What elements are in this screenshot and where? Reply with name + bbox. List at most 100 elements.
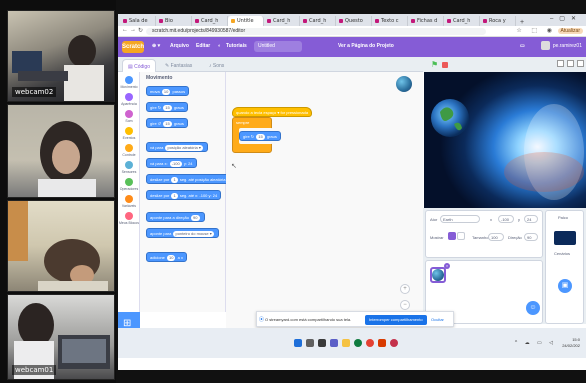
- browser-tab[interactable]: Sala de: [120, 16, 156, 26]
- category-sensing[interactable]: Sensores: [118, 161, 140, 174]
- menu-edit[interactable]: Editar: [196, 43, 210, 49]
- user-menu[interactable]: pe.ramirez01: [540, 41, 582, 50]
- category-my-blocks[interactable]: Meus Blocos: [118, 212, 140, 225]
- direction-input[interactable]: 90: [524, 233, 538, 241]
- forward-icon[interactable]: →: [130, 27, 136, 33]
- block-move-steps[interactable]: mova 10 passos: [146, 86, 190, 96]
- browser-tab[interactable]: Fichas d: [408, 16, 444, 26]
- browser-tab[interactable]: Questo: [336, 16, 372, 26]
- category-variables[interactable]: Variáveis: [118, 195, 140, 208]
- chat-icon[interactable]: [330, 339, 338, 347]
- x-input[interactable]: -100: [498, 215, 514, 223]
- block-input[interactable]: 10: [161, 89, 171, 95]
- browser-tab[interactable]: Card_h: [300, 16, 336, 26]
- block-glide-xy[interactable]: deslize por 1 seg. até x: -100 y: 24: [146, 190, 222, 200]
- hide-eye-icon[interactable]: [457, 232, 465, 240]
- language-globe-icon[interactable]: ⊕ ▾: [152, 43, 160, 49]
- script-turn-block[interactable]: gire ↻ 15 graus: [239, 131, 281, 141]
- block-input[interactable]: 90: [191, 215, 200, 221]
- category-sound[interactable]: Som: [118, 110, 140, 123]
- block-go-to-xy[interactable]: vá para x: -100 y: 24: [146, 158, 197, 168]
- show-eye-icon[interactable]: [448, 232, 456, 240]
- block-go-to[interactable]: vá para posição aleatória ▾: [146, 142, 208, 152]
- scratch-logo[interactable]: Scratch: [122, 41, 144, 53]
- reload-icon[interactable]: ↻: [138, 27, 143, 34]
- task-view-icon[interactable]: [318, 339, 326, 347]
- block-point-towards[interactable]: aponte para ponteiro do mouse ▾: [146, 228, 219, 238]
- block-input[interactable]: ponteiro do mouse ▾: [173, 231, 214, 237]
- stage-selector[interactable]: Palco Cenários ▣: [545, 210, 584, 324]
- block-point-direction[interactable]: aponte para a direção 90: [146, 212, 205, 222]
- menu-tutorials[interactable]: Tutoriais: [226, 43, 247, 49]
- sprite-thumbnail[interactable]: [430, 267, 446, 283]
- block-input[interactable]: 1: [171, 193, 178, 199]
- webcam-strip: webcam02 webcam01: [0, 0, 116, 383]
- tutorials-icon[interactable]: ◐: [218, 43, 221, 49]
- delete-sprite-icon[interactable]: ×: [444, 263, 450, 269]
- system-tray-icon[interactable]: ^ ☁ ▭ ◁: [515, 340, 556, 346]
- category-control[interactable]: Controle: [118, 144, 140, 157]
- hide-notification-button[interactable]: Ocultar: [431, 317, 444, 322]
- project-title-input[interactable]: Untitled: [254, 41, 302, 52]
- clock[interactable]: 15:0 24/02/202: [562, 337, 580, 349]
- category-events[interactable]: Eventos: [118, 127, 140, 140]
- fullscreen-icon[interactable]: [577, 60, 584, 67]
- search-icon[interactable]: [306, 339, 314, 347]
- browser-tab[interactable]: Card_h: [264, 16, 300, 26]
- address-bar: ← → ↻ scratch.mit.edu/projects/849930587…: [118, 26, 586, 37]
- script-hat-block[interactable]: quando a tecla espaço ▾ for pressionada: [232, 107, 313, 117]
- app-icon[interactable]: [390, 339, 398, 347]
- y-input[interactable]: 24: [524, 215, 538, 223]
- see-project-page-button[interactable]: Ver a Página do Projeto: [338, 43, 394, 49]
- tab-costumes[interactable]: ✎ Fantasias: [160, 59, 197, 72]
- browser-tab[interactable]: Texto c: [372, 16, 408, 26]
- browser-tab[interactable]: Bio: [156, 16, 192, 26]
- block-input[interactable]: posição aleatória ▾: [165, 145, 203, 151]
- block-input[interactable]: -100: [169, 161, 182, 167]
- stage-canvas[interactable]: [424, 72, 586, 208]
- block-input[interactable]: 15: [163, 105, 172, 111]
- chrome-icon[interactable]: [366, 339, 374, 347]
- block-input[interactable]: 15: [163, 121, 172, 127]
- category-motion[interactable]: Movimento: [118, 76, 140, 89]
- block-turn-right[interactable]: gire ↻ 15 graus: [146, 102, 188, 112]
- block-input[interactable]: 10: [167, 255, 176, 261]
- extensions-icon[interactable]: ☆ ⬚ ◉: [516, 27, 556, 34]
- browser-tab[interactable]: Roca y: [480, 16, 516, 26]
- size-input[interactable]: 100: [488, 233, 504, 241]
- browser-tab[interactable]: Card_h: [444, 16, 480, 26]
- sprite-name-input[interactable]: Earth: [440, 215, 480, 223]
- stop-icon[interactable]: [442, 62, 448, 68]
- webcam-video: [8, 201, 108, 291]
- block-turn-left[interactable]: gire ↺ 15 graus: [146, 118, 188, 128]
- stop-sharing-button[interactable]: Interromper compartilhamento: [365, 315, 427, 325]
- tab-sounds[interactable]: ♪ Sons: [204, 59, 229, 72]
- block-input[interactable]: 1: [171, 177, 178, 183]
- large-stage-icon[interactable]: [567, 60, 574, 67]
- category-looks[interactable]: Aparência: [118, 93, 140, 106]
- tab-code[interactable]: ▤ Código: [122, 59, 156, 72]
- update-button[interactable]: Atualizar: [557, 28, 583, 34]
- office-icon[interactable]: [378, 339, 386, 347]
- zoom-out-icon[interactable]: −: [400, 300, 410, 310]
- block-glide-random[interactable]: deslize por 1 seg. até posição aleatória: [146, 174, 230, 184]
- edge-icon[interactable]: [354, 339, 362, 347]
- choose-sprite-button[interactable]: ☺: [526, 301, 540, 315]
- new-tab-icon[interactable]: +: [516, 19, 528, 26]
- url-field[interactable]: scratch.mit.edu/projects/849930587/edito…: [146, 28, 486, 35]
- script-workspace[interactable]: quando a tecla espaço ▾ for pressionada …: [226, 72, 423, 338]
- window-controls-icon[interactable]: –▢✕: [550, 15, 582, 22]
- browser-tab[interactable]: Card_h: [192, 16, 228, 26]
- category-operators[interactable]: Operadores: [118, 178, 140, 191]
- back-icon[interactable]: ←: [122, 27, 128, 33]
- file-explorer-icon[interactable]: [342, 339, 350, 347]
- zoom-in-icon[interactable]: +: [400, 284, 410, 294]
- start-icon[interactable]: [294, 339, 302, 347]
- choose-backdrop-button[interactable]: ▣: [558, 279, 572, 293]
- browser-tab-active[interactable]: Untitle: [228, 16, 264, 26]
- block-change-x[interactable]: adicione 10 a x: [146, 252, 187, 262]
- block-input[interactable]: 15: [256, 134, 265, 140]
- menu-file[interactable]: Arquivo: [170, 43, 189, 49]
- my-stuff-icon[interactable]: ▭: [520, 43, 525, 49]
- small-stage-icon[interactable]: [557, 60, 564, 67]
